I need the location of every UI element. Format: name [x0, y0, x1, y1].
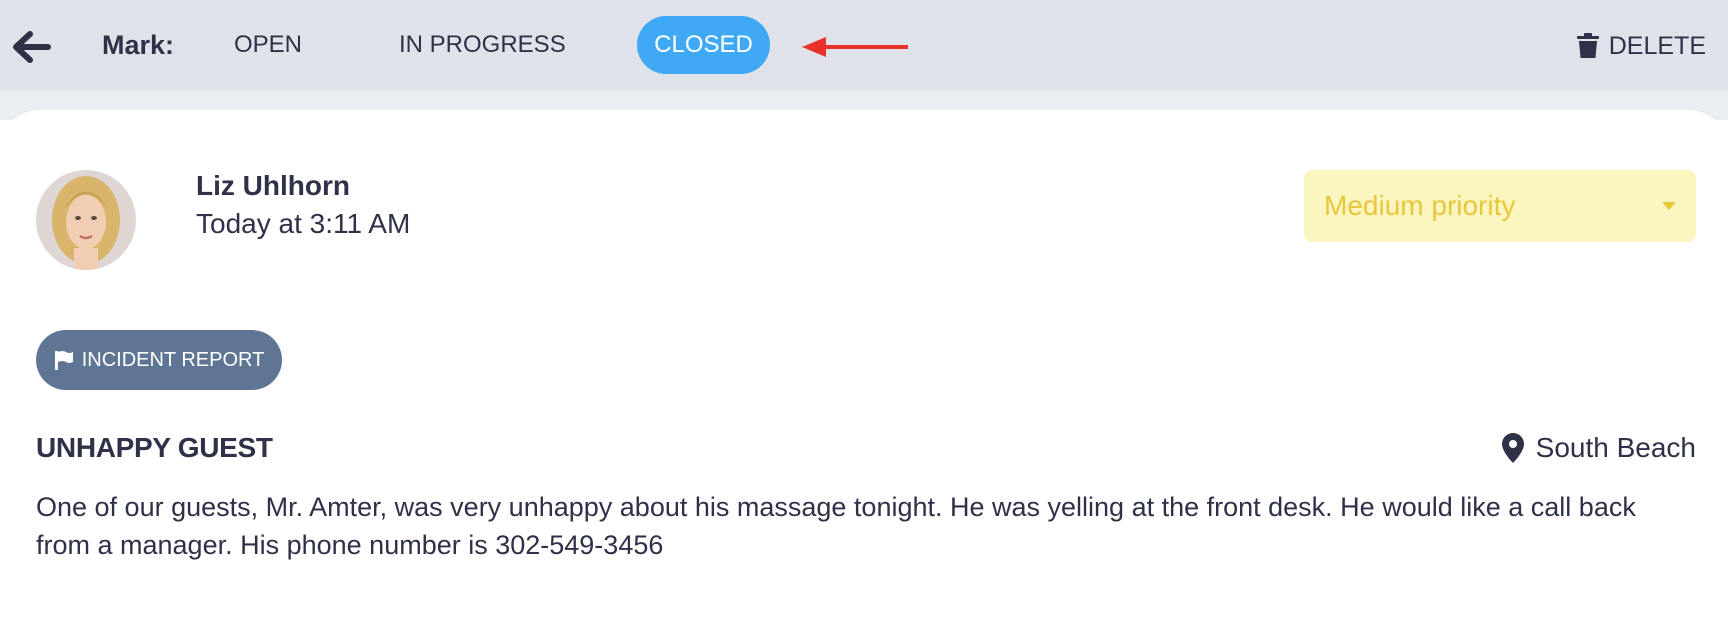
annotation-arrow-icon — [802, 37, 908, 57]
chevron-down-icon — [1662, 202, 1676, 210]
flag-icon — [54, 351, 73, 370]
status-in-progress-button[interactable]: IN PROGRESS — [399, 16, 566, 74]
mark-label: Mark: — [102, 30, 175, 60]
author-name: Liz Uhlhorn — [196, 170, 350, 201]
report-timestamp: Today at 3:11 AM — [196, 208, 411, 239]
arrow-left-icon — [13, 31, 51, 63]
avatar — [36, 170, 136, 270]
delete-button[interactable]: DELETE — [1576, 30, 1706, 62]
report-description: One of our guests, Mr. Amter, was very u… — [36, 492, 1636, 560]
delete-label: DELETE — [1608, 31, 1706, 60]
back-button[interactable] — [8, 24, 54, 70]
status-closed-button[interactable]: CLOSED — [637, 16, 770, 74]
report-title: UNHAPPY GUEST — [36, 432, 273, 463]
report-card: Liz Uhlhorn Today at 3:11 AM Medium prio… — [0, 110, 1728, 624]
tag-label: INCIDENT REPORT — [81, 348, 265, 371]
status-open-button[interactable]: OPEN — [234, 16, 302, 74]
trash-icon — [1576, 33, 1599, 58]
location: South Beach — [1501, 432, 1696, 464]
map-pin-icon — [1501, 433, 1524, 463]
priority-value: Medium priority — [1324, 190, 1516, 221]
location-label: South Beach — [1535, 432, 1696, 463]
incident-report-tag[interactable]: INCIDENT REPORT — [36, 330, 282, 390]
top-toolbar: Mark: OPEN IN PROGRESS CLOSED DELETE — [0, 0, 1728, 90]
priority-dropdown[interactable]: Medium priority — [1304, 170, 1696, 242]
